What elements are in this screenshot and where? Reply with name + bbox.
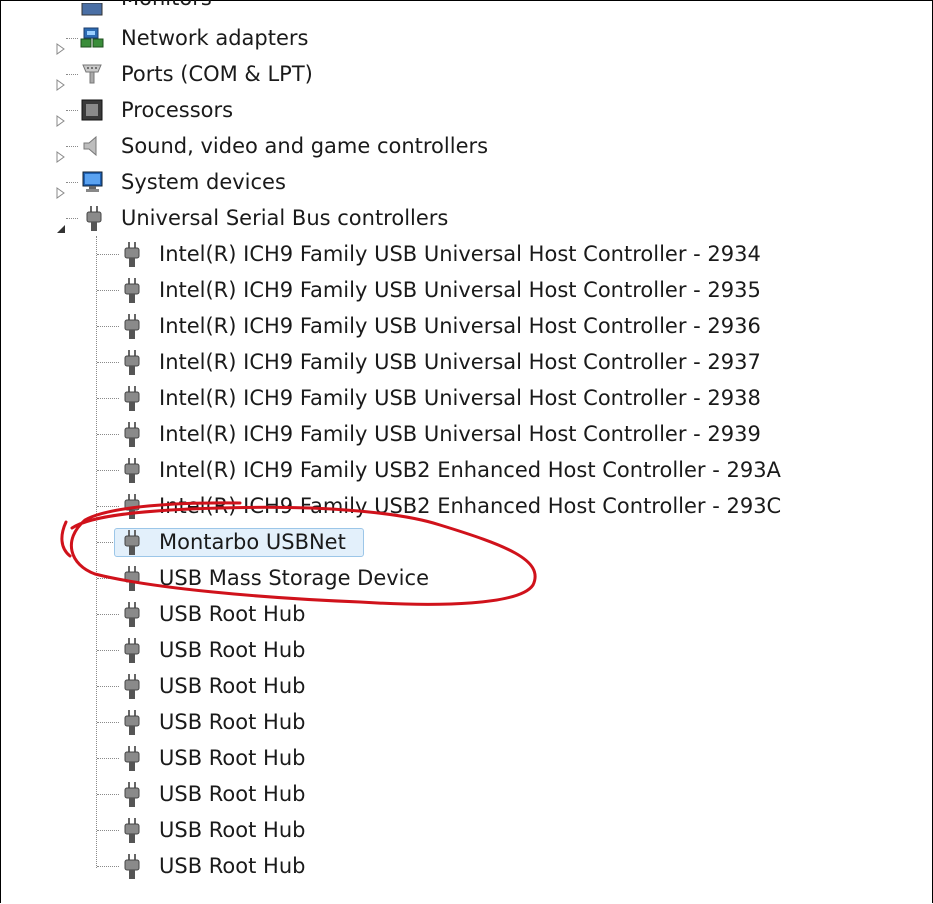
tree-item-network-adapters[interactable]: Network adapters [0, 20, 400, 56]
usb-device-label: Intel(R) ICH9 Family USB2 Enhanced Host … [159, 494, 782, 518]
computer-icon [80, 170, 104, 194]
usb-plug-icon [123, 566, 147, 591]
tree-item-processors[interactable]: Processors [0, 92, 400, 128]
processor-icon [80, 98, 104, 122]
usb-plug-icon [123, 242, 147, 267]
usb-device-item[interactable]: Intel(R) ICH9 Family USB Universal Host … [0, 380, 800, 416]
usb-plug-icon [123, 314, 147, 339]
usb-device-item[interactable]: Intel(R) ICH9 Family USB Universal Host … [0, 236, 800, 272]
usb-plug-icon [123, 350, 147, 375]
usb-device-label: Intel(R) ICH9 Family USB Universal Host … [159, 386, 761, 410]
usb-plug-icon [85, 206, 109, 231]
usb-device-label: USB Root Hub [159, 854, 306, 878]
usb-device-item[interactable]: Intel(R) ICH9 Family USB Universal Host … [0, 308, 800, 344]
usb-plug-icon [123, 854, 147, 879]
tree-item-label: Processors [121, 98, 234, 122]
collapsed-arrow-icon[interactable] [56, 68, 66, 91]
usb-device-item[interactable]: Intel(R) ICH9 Family USB Universal Host … [0, 272, 800, 308]
usb-plug-icon [123, 746, 147, 771]
usb-device-label: USB Root Hub [159, 746, 306, 770]
usb-plug-icon [123, 422, 147, 447]
speaker-icon [80, 134, 104, 158]
usb-device-item[interactable]: USB Root Hub [0, 668, 800, 704]
usb-device-item[interactable]: USB Root Hub [0, 776, 800, 812]
collapsed-arrow-icon[interactable] [56, 176, 66, 199]
tree-item-system-devices[interactable]: System devices [0, 164, 400, 200]
tree-item-label: Ports (COM & LPT) [121, 62, 313, 86]
tree-item-sound[interactable]: Sound, video and game controllers [0, 128, 520, 164]
usb-device-item[interactable]: Intel(R) ICH9 Family USB Universal Host … [0, 416, 800, 452]
usb-device-item[interactable]: USB Root Hub [0, 740, 800, 776]
usb-device-label: Montarbo USBNet [159, 530, 346, 554]
usb-device-label: Intel(R) ICH9 Family USB2 Enhanced Host … [159, 458, 781, 482]
usb-plug-icon [123, 782, 147, 807]
usb-device-label: USB Root Hub [159, 710, 306, 734]
usb-plug-icon [123, 818, 147, 843]
usb-device-label: USB Root Hub [159, 602, 306, 626]
usb-device-item[interactable]: USB Root Hub [0, 632, 800, 668]
usb-device-item[interactable]: USB Root Hub [0, 848, 800, 884]
usb-device-item[interactable]: USB Root Hub [0, 704, 800, 740]
usb-device-item[interactable]: Intel(R) ICH9 Family USB2 Enhanced Host … [0, 488, 800, 524]
usb-device-item[interactable]: USB Root Hub [0, 596, 800, 632]
tree-item-label: Network adapters [121, 26, 309, 50]
usb-device-item[interactable]: Intel(R) ICH9 Family USB Universal Host … [0, 344, 800, 380]
usb-device-label: USB Root Hub [159, 818, 306, 842]
device-tree: Monitors Network adapters [0, 0, 933, 904]
tree-item-label: Monitors [121, 0, 212, 16]
monitor-icon [80, 0, 104, 18]
usb-device-label: USB Root Hub [159, 782, 306, 806]
network-adapter-icon [80, 26, 104, 50]
usb-device-item[interactable]: USB Mass Storage Device [0, 560, 800, 596]
tree-item-label: Universal Serial Bus controllers [121, 206, 449, 230]
usb-plug-icon [123, 494, 147, 519]
usb-device-label: Intel(R) ICH9 Family USB Universal Host … [159, 242, 761, 266]
port-icon [80, 62, 104, 86]
usb-plug-icon [123, 530, 147, 555]
tree-item-monitors[interactable]: Monitors [0, 0, 400, 16]
expanded-arrow-icon[interactable] [56, 212, 66, 233]
usb-device-label: Intel(R) ICH9 Family USB Universal Host … [159, 350, 761, 374]
usb-plug-icon [123, 386, 147, 411]
usb-plug-icon [123, 674, 147, 699]
collapsed-arrow-icon[interactable] [56, 32, 66, 55]
usb-device-item[interactable]: USB Root Hub [0, 812, 800, 848]
usb-device-item[interactable]: Montarbo USBNet [0, 524, 800, 560]
usb-device-label: Intel(R) ICH9 Family USB Universal Host … [159, 278, 761, 302]
usb-device-item[interactable]: Intel(R) ICH9 Family USB2 Enhanced Host … [0, 452, 800, 488]
collapsed-arrow-icon[interactable] [56, 104, 66, 127]
usb-plug-icon [123, 638, 147, 663]
tree-item-usb-controllers[interactable]: Universal Serial Bus controllers [0, 200, 460, 236]
usb-device-label: USB Root Hub [159, 674, 306, 698]
usb-device-label: USB Root Hub [159, 638, 306, 662]
usb-device-label: Intel(R) ICH9 Family USB Universal Host … [159, 314, 761, 338]
usb-device-label: USB Mass Storage Device [159, 566, 429, 590]
usb-plug-icon [123, 602, 147, 627]
usb-plug-icon [123, 710, 147, 735]
usb-plug-icon [123, 458, 147, 483]
collapsed-arrow-icon[interactable] [56, 140, 66, 163]
tree-item-ports[interactable]: Ports (COM & LPT) [0, 56, 400, 92]
tree-item-label: Sound, video and game controllers [121, 134, 489, 158]
usb-device-label: Intel(R) ICH9 Family USB Universal Host … [159, 422, 761, 446]
usb-plug-icon [123, 278, 147, 303]
tree-item-label: System devices [121, 170, 286, 194]
